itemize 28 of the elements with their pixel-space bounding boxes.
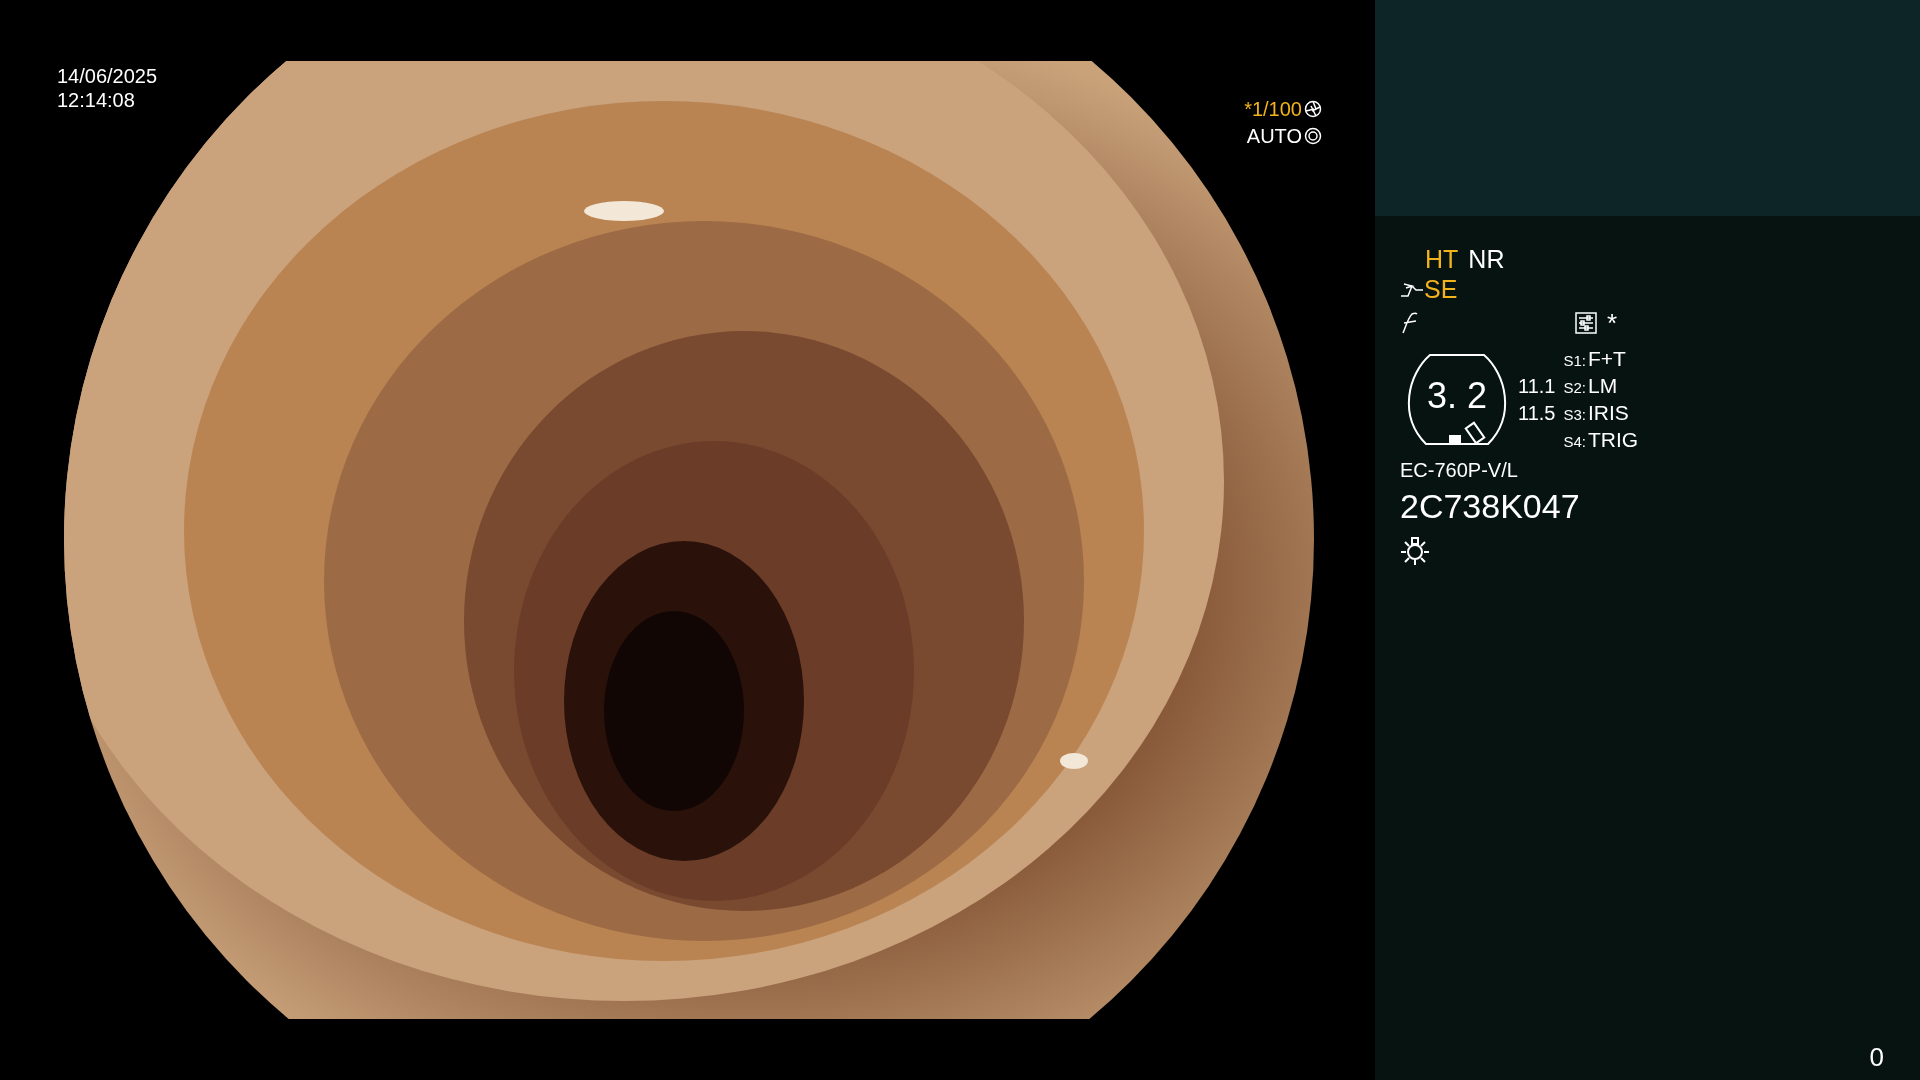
zoom-value: 3. 2 <box>1425 376 1488 416</box>
serial-number-text: 2C738K047 <box>1400 486 1580 526</box>
shutter-speed-text: *1/100 <box>1244 98 1302 120</box>
switch-function: IRIS <box>1587 400 1629 425</box>
time-text: 12:14:08 <box>57 88 136 112</box>
zoom-near-value: 11.1 <box>1518 374 1556 399</box>
sliders-icon <box>1575 312 1597 334</box>
asterisk-text: * <box>1607 310 1618 336</box>
switch-key: S2: <box>1563 375 1586 400</box>
enhance-indicator: SE <box>1424 274 1458 304</box>
switch-key: S3: <box>1563 402 1586 427</box>
iris-icon <box>1304 127 1322 145</box>
scope-bend-icon <box>1400 280 1424 298</box>
switch-key: S4: <box>1563 429 1586 454</box>
switch-function: TRIG <box>1587 427 1639 452</box>
switch-function: F+T <box>1587 346 1626 371</box>
iris-mode-text: AUTO <box>1246 125 1302 147</box>
mode-indicator: NR <box>1468 244 1505 274</box>
counter-text: 0 <box>1869 1042 1884 1072</box>
date-text: 14/06/2025 <box>57 64 158 88</box>
zoom-far-value: 11.5 <box>1518 401 1556 426</box>
switch-key: S1: <box>1563 348 1586 373</box>
switch-function: LM <box>1587 373 1618 398</box>
function-icon <box>1400 312 1420 334</box>
lamp-icon <box>1400 536 1430 566</box>
aperture-icon <box>1304 100 1322 118</box>
mode-indicator: HT <box>1425 244 1459 274</box>
scope-model-text: EC-760P-V/L <box>1400 458 1518 482</box>
